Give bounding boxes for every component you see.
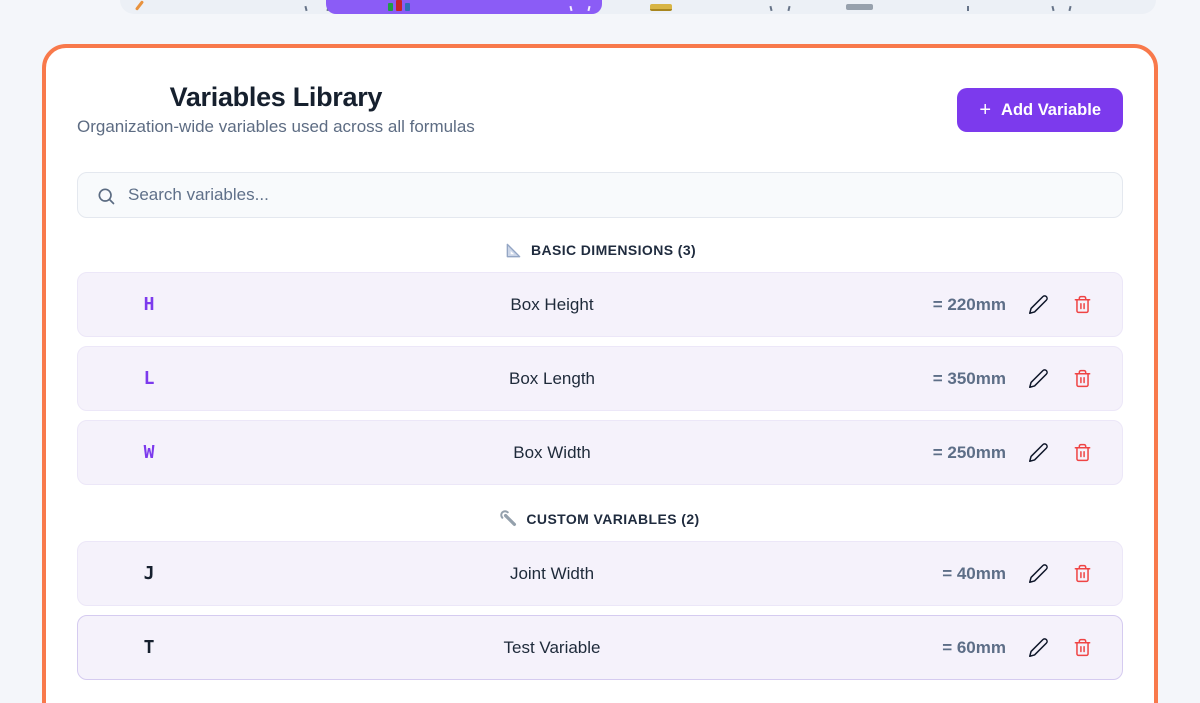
panel-header: Variables Library Organization-wide vari… [77, 82, 1123, 136]
delete-variable-button[interactable] [1069, 634, 1096, 661]
variable-name: Box Length [508, 368, 595, 388]
package-icon[interactable] [650, 4, 672, 11]
variable-symbol: T [143, 637, 155, 658]
pencil-icon [1029, 295, 1048, 314]
delete-variable-button[interactable] [1069, 291, 1096, 318]
trash-icon [1074, 638, 1091, 657]
edit-variable-button[interactable] [1024, 633, 1053, 662]
trash-icon [1074, 443, 1091, 462]
variable-value: = 220mm [932, 294, 1006, 314]
variable-value: = 350mm [932, 368, 1006, 388]
variable-symbol: W [143, 442, 155, 463]
plus-icon: + [979, 99, 992, 121]
trash-icon [1074, 295, 1091, 314]
search-input[interactable] [78, 173, 1122, 217]
section-title: BASIC DIMENSIONS (3) [530, 242, 697, 258]
delete-variable-button[interactable] [1069, 560, 1096, 587]
pencil-icon [134, 0, 145, 11]
variable-symbol: L [143, 368, 155, 389]
tab-bar [120, 0, 1156, 14]
edit-variable-button[interactable] [1024, 290, 1053, 319]
title-block: Variables Library Organization-wide vari… [77, 82, 475, 136]
search-bar [77, 172, 1123, 218]
set-square-icon [506, 243, 521, 257]
variable-row-l[interactable]: L Box Length = 350mm [77, 346, 1123, 411]
custom-variables-list: J Joint Width = 40mm T Test Variable = 6… [77, 541, 1123, 680]
search-icon [98, 188, 115, 205]
tab-active-variables[interactable] [326, 0, 602, 14]
variable-name: Box Width [513, 442, 591, 462]
pencil-icon [1029, 638, 1048, 657]
variable-value: = 60mm [942, 637, 1006, 657]
pencil-icon [1029, 564, 1048, 583]
section-header-custom-variables: CUSTOM VARIABLES (2) [77, 509, 1123, 529]
wrench-icon [500, 510, 517, 527]
add-variable-button[interactable]: + Add Variable [957, 88, 1123, 132]
tray-icon[interactable] [846, 4, 873, 10]
edit-variable-button[interactable] [1024, 364, 1053, 393]
variable-symbol: J [143, 563, 155, 584]
pencil-icon [1029, 369, 1048, 388]
variable-name: Box Height [510, 294, 594, 314]
pencil-icon [1029, 443, 1048, 462]
variable-row-t[interactable]: T Test Variable = 60mm [77, 615, 1123, 680]
variable-row-j[interactable]: J Joint Width = 40mm [77, 541, 1123, 606]
variable-row-w[interactable]: W Box Width = 250mm [77, 420, 1123, 485]
edit-variable-button[interactable] [1024, 559, 1053, 588]
delete-variable-button[interactable] [1069, 439, 1096, 466]
page-subtitle: Organization-wide variables used across … [77, 117, 475, 136]
variable-symbol: H [143, 294, 155, 315]
page-title: Variables Library [169, 82, 383, 112]
variable-name: Test Variable [503, 637, 601, 657]
section-title: CUSTOM VARIABLES (2) [526, 511, 700, 527]
variable-row-h[interactable]: H Box Height = 220mm [77, 272, 1123, 337]
variables-library-panel: Variables Library Organization-wide vari… [42, 44, 1158, 703]
variable-value: = 40mm [942, 563, 1006, 583]
variable-name: Joint Width [509, 563, 595, 583]
basic-dimensions-list: H Box Height = 220mm L Box Length = 350m… [77, 272, 1123, 485]
trash-icon [1074, 369, 1091, 388]
trash-icon [1074, 564, 1091, 583]
edit-variable-button[interactable] [1024, 438, 1053, 467]
delete-variable-button[interactable] [1069, 365, 1096, 392]
section-header-basic-dimensions: BASIC DIMENSIONS (3) [77, 240, 1123, 260]
variable-value: = 250mm [932, 442, 1006, 462]
add-variable-label: Add Variable [1001, 100, 1101, 119]
